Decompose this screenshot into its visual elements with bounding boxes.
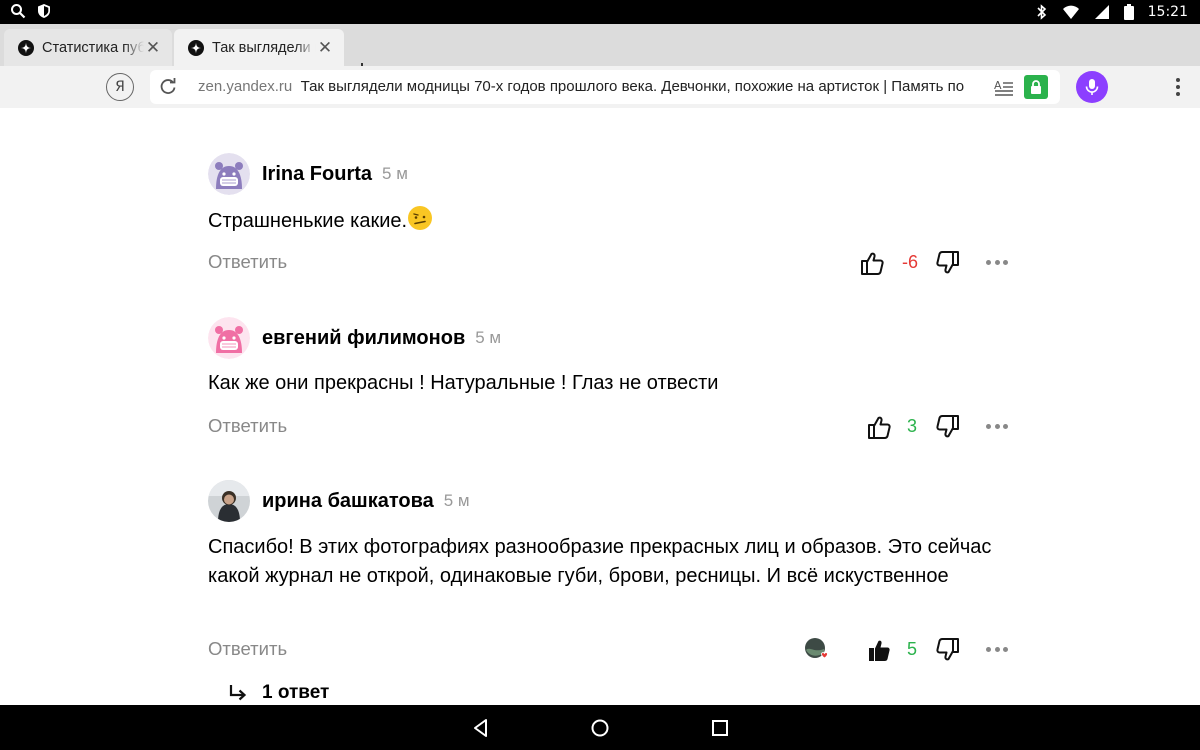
show-replies-link[interactable]: 1 ответ [228,682,329,704]
zen-favicon-icon [18,39,34,56]
like-icon[interactable] [866,414,892,440]
home-icon[interactable] [589,717,611,739]
avatar[interactable] [208,317,250,359]
comment-author[interactable]: евгений филимонов [262,327,465,350]
comment-header: ирина башкатова 5 м [208,480,470,522]
clock: 15:21 [1147,4,1188,20]
back-icon[interactable] [470,717,492,739]
dislike-icon[interactable] [935,250,961,276]
yandex-logo-icon[interactable]: Я [106,73,134,101]
status-bar: 15:21 [0,0,1200,24]
lock-icon[interactable] [1024,75,1048,99]
comment-text: Как же они прекрасны ! Натуральные ! Гла… [208,372,719,394]
author-like-avatar [805,638,828,659]
comment-score: -6 [901,252,918,272]
reply-button[interactable]: Ответить [208,638,287,660]
like-icon[interactable] [859,250,885,276]
comment-header: евгений филимонов 5 м [208,317,501,359]
replies-count: 1 ответ [262,682,330,703]
search-icon [11,4,26,19]
comment-text: Спасибо! В этих фотографиях разнообразие… [208,536,992,587]
like-icon[interactable] [866,637,892,663]
browser-toolbar: Я zen.yandex.ru Так выглядели модницы 70… [0,66,1200,108]
zen-favicon-icon [188,39,204,56]
battery-icon [1123,4,1134,20]
browser-menu-button[interactable] [1168,75,1188,99]
comment-actions: Ответить -6 [208,248,1018,278]
avatar[interactable] [208,480,250,522]
close-icon[interactable]: ✕ [144,38,162,57]
comment-time: 5 м [475,328,502,347]
shield-icon [38,4,50,18]
reply-button[interactable]: Ответить [208,415,287,437]
voice-search-button[interactable] [1076,71,1108,103]
more-options-icon[interactable] [986,260,1008,266]
reader-mode-icon[interactable]: A [994,78,1014,98]
svg-text:A: A [994,79,1002,92]
tab-strip: Статистика публикаций ✕ Так выглядели мо… [0,24,1200,79]
comment-text: Страшненькие какие. [208,205,1008,236]
tab-article[interactable]: Так выглядели модницы ✕ [174,29,344,66]
comment-time: 5 м [443,491,470,510]
comment-body: Страшненькие какие. [208,210,408,232]
more-options-icon[interactable] [986,424,1008,430]
dislike-icon[interactable] [935,637,961,663]
bluetooth-icon [1037,4,1046,20]
wifi-icon [1062,5,1079,19]
avatar[interactable] [208,153,250,195]
navigation-bar [0,705,1200,750]
comment-author[interactable]: ирина башкатова [262,490,434,513]
url-domain: zen.yandex.ru [198,78,293,95]
reply-arrow-icon [229,685,247,701]
address-bar[interactable]: zen.yandex.ru Так выглядели модницы 70-х… [150,70,1060,104]
url-page-title: Так выглядели модницы 70-х годов прошлог… [300,78,965,95]
more-options-icon[interactable] [986,647,1008,653]
comment-score: 3 [906,416,917,436]
comment-header: Irina Fourta 5 м [208,153,408,195]
dislike-icon[interactable] [935,414,961,440]
signal-icon [1094,5,1109,19]
tab-title: Статистика публикаций [42,39,144,56]
tab-statistics[interactable]: Статистика публикаций ✕ [4,29,172,66]
reload-icon[interactable] [158,77,178,97]
comment-score: 5 [906,639,917,659]
reply-button[interactable]: Ответить [208,251,287,273]
url-text[interactable]: zen.yandex.ru Так выглядели модницы 70-х… [198,78,978,95]
close-icon[interactable]: ✕ [316,38,334,57]
comment-actions: Ответить 3 [208,412,1018,442]
comment-author[interactable]: Irina Fourta [262,163,372,186]
comment-actions: Ответить 5 [208,635,1018,665]
recents-icon[interactable] [709,717,731,739]
comments-section: Irina Fourta 5 м Страшненькие какие. Отв… [0,108,1200,705]
microphone-icon [1085,79,1099,95]
tab-title: Так выглядели модницы [212,39,316,56]
comment-time: 5 м [382,164,408,183]
confused-emoji-icon [408,206,433,230]
